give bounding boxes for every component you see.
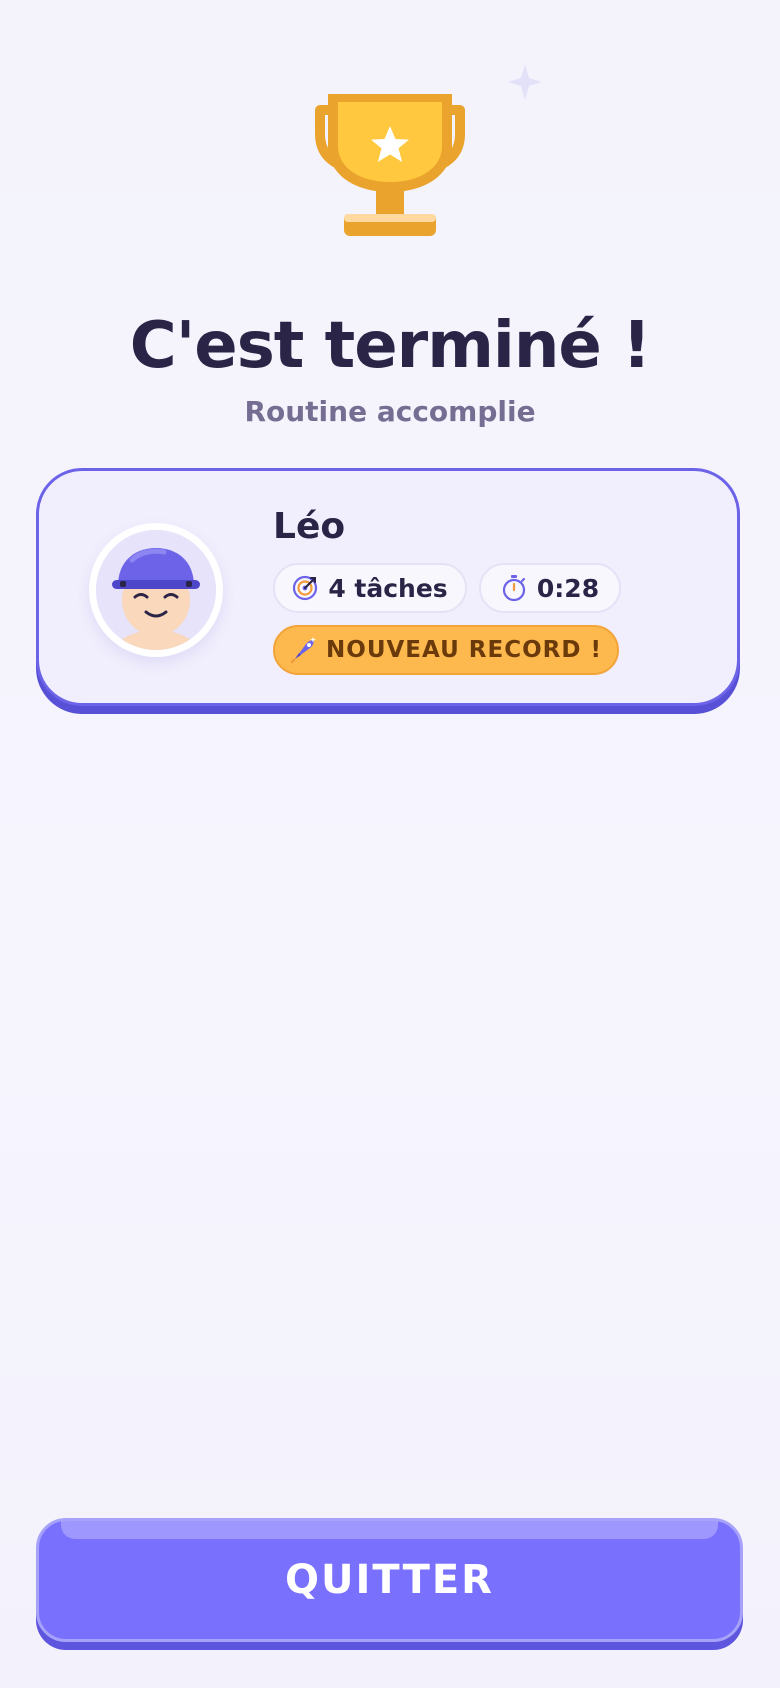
avatar: [89, 523, 223, 657]
time-label: 0:28: [536, 573, 600, 603]
tasks-count-label: 4 tâches: [328, 573, 448, 603]
new-record-label: NOUVEAU RECORD !: [326, 637, 602, 663]
page-subtitle: Routine accomplie: [244, 395, 536, 428]
result-card: Léo 4 tâches 0:28 NOUVEAU RECORD !: [36, 468, 740, 706]
time-badge: 0:28: [479, 563, 621, 613]
stopwatch-icon: [502, 575, 526, 602]
child-name: Léo: [273, 506, 346, 547]
quit-button-shine: [61, 1521, 718, 1539]
quit-button[interactable]: QUITTER: [36, 1518, 743, 1642]
sparkle-icon: [508, 64, 542, 100]
trophy-icon: [315, 94, 465, 236]
rocket-icon: [290, 637, 317, 664]
child-avatar-icon: [96, 530, 216, 650]
new-record-badge: NOUVEAU RECORD !: [273, 625, 619, 675]
page-title: C'est terminé !: [129, 309, 652, 383]
quit-button-label: QUITTER: [285, 1557, 494, 1603]
tasks-count-badge: 4 tâches: [273, 563, 467, 613]
target-icon: [293, 575, 318, 601]
